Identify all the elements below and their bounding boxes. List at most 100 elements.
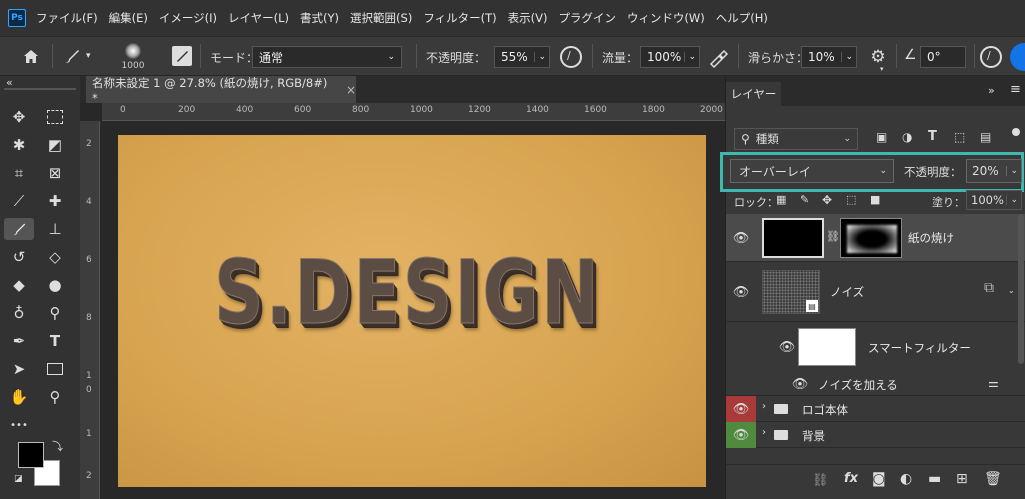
smoothing-input[interactable]: 10% ⌄: [801, 46, 857, 68]
expand-panel-icon[interactable]: »: [988, 84, 995, 97]
lock-all-icon[interactable]: ■: [870, 193, 880, 206]
flow-input[interactable]: 100% ⌄: [640, 46, 700, 68]
layer-name[interactable]: ロゴ本体: [802, 402, 848, 418]
menu-layer[interactable]: レイヤー(L): [228, 10, 289, 26]
pen-tool[interactable]: ✒: [4, 330, 34, 352]
brush-size-preview[interactable]: 1000: [118, 41, 148, 73]
lock-transparency-icon[interactable]: ▦: [776, 193, 786, 206]
menu-plugins[interactable]: プラグイン: [558, 10, 616, 26]
document-tab[interactable]: 名称未設定 1 @ 27.8% (紙の焼け, RGB/8#) * ×: [86, 76, 356, 105]
dodge-tool[interactable]: ♁: [4, 302, 34, 324]
add-mask-icon[interactable]: ◙: [872, 471, 886, 487]
swap-colors-icon[interactable]: ⤵: [52, 438, 63, 454]
smart-filter-row[interactable]: 👁 スマートフィルター: [726, 322, 1025, 372]
chevron-right-icon[interactable]: ›: [762, 427, 766, 438]
type-tool[interactable]: T: [40, 330, 70, 352]
move-tool[interactable]: ✥: [4, 106, 34, 128]
chevron-right-icon[interactable]: ›: [762, 401, 766, 412]
rectangle-tool[interactable]: [40, 358, 70, 380]
eyedropper-tool[interactable]: ⟋: [4, 190, 34, 212]
home-button[interactable]: [18, 45, 44, 67]
type-filter-icon[interactable]: T: [928, 129, 937, 144]
tab-layers[interactable]: レイヤー: [726, 82, 781, 106]
menu-select[interactable]: 選択範囲(S): [350, 10, 412, 26]
foreground-color-swatch[interactable]: [18, 442, 44, 468]
layer-row-noise[interactable]: 👁 ▤ ノイズ ⧉ ⌄: [726, 262, 1025, 322]
share-button[interactable]: [1010, 43, 1025, 71]
hand-tool[interactable]: ✋: [4, 386, 34, 408]
stamp-tool[interactable]: ⊥: [40, 218, 70, 240]
pressure-size-button[interactable]: ∕: [980, 46, 1002, 68]
filter-name[interactable]: ノイズを加える: [818, 377, 898, 393]
menu-edit[interactable]: 編集(E): [109, 10, 148, 26]
layer-name[interactable]: 紙の焼け: [908, 230, 954, 246]
history-brush-tool[interactable]: ↺: [4, 246, 34, 268]
pressure-opacity-button[interactable]: ∕: [560, 46, 582, 68]
panel-menu-icon[interactable]: ≡: [1010, 82, 1021, 97]
default-colors-icon[interactable]: ◪: [14, 474, 23, 484]
pixel-filter-icon[interactable]: ▣: [876, 130, 887, 144]
brush-settings-toggle[interactable]: [172, 46, 192, 66]
shape-filter-icon[interactable]: ⬚: [954, 130, 965, 144]
menu-type[interactable]: 書式(Y): [300, 10, 339, 26]
angle-input[interactable]: 0°: [920, 46, 966, 68]
brush-tool[interactable]: [4, 218, 34, 240]
menu-view[interactable]: 表示(V): [508, 10, 548, 26]
object-select-tool[interactable]: ◩: [40, 134, 70, 156]
lock-pixels-icon[interactable]: ✎: [800, 193, 809, 206]
trash-icon[interactable]: 🗑: [984, 471, 1002, 487]
visibility-eye-icon[interactable]: 👁: [726, 396, 756, 422]
crop-tool[interactable]: ⌗: [4, 162, 34, 184]
smart-filter-label[interactable]: スマートフィルター: [868, 340, 971, 356]
lock-artboard-icon[interactable]: ⬚: [846, 193, 856, 206]
new-group-icon[interactable]: ▬: [928, 471, 941, 487]
close-tab-icon[interactable]: ×: [346, 83, 356, 97]
chevron-down-icon[interactable]: ⌄: [1008, 286, 1015, 295]
photoshop-logo[interactable]: Ps: [8, 9, 26, 27]
layer-filter-select[interactable]: ⚲ 種類 ⌄: [734, 128, 858, 150]
filter-options-icon[interactable]: ⚌: [988, 376, 999, 390]
menu-window[interactable]: ウィンドウ(W): [627, 10, 705, 26]
mode-select[interactable]: 通常 ⌄: [252, 46, 402, 68]
layer-name[interactable]: 背景: [802, 428, 825, 444]
zoom-search-tool[interactable]: ⚲: [40, 302, 70, 324]
scrollbar-thumb[interactable]: [1018, 214, 1024, 364]
layer-name[interactable]: ノイズ: [830, 284, 864, 300]
paint-bucket-tool[interactable]: ◆: [4, 274, 34, 296]
eraser-tool[interactable]: ◇: [40, 246, 70, 268]
zoom-tool[interactable]: ⚲: [40, 386, 70, 408]
fill-input[interactable]: 100% ⌄: [966, 190, 1022, 210]
visibility-eye-icon[interactable]: 👁: [790, 372, 810, 396]
layer-group-background[interactable]: 👁 › 背景: [726, 422, 1025, 448]
brush-preset-picker[interactable]: ▾: [62, 45, 102, 67]
smart-object-filter-icon[interactable]: ▤: [980, 130, 991, 144]
link-layers-icon[interactable]: ⛓: [812, 473, 829, 488]
lock-position-icon[interactable]: ✥: [822, 193, 832, 207]
filter-item-row[interactable]: 👁 ノイズを加える ⚌: [726, 372, 1025, 396]
canvas[interactable]: S.DESIGN: [118, 135, 706, 487]
fx-icon[interactable]: fx: [844, 471, 858, 486]
adjustment-filter-icon[interactable]: ◑: [902, 130, 912, 144]
smoothing-options-button[interactable]: ⚙: [866, 45, 890, 69]
quick-select-tool[interactable]: ✱: [4, 134, 34, 156]
edit-toolbar-button[interactable]: •••: [4, 414, 34, 436]
adjustment-layer-icon[interactable]: ◐: [900, 471, 912, 487]
new-layer-icon[interactable]: ⊞: [956, 471, 968, 487]
menu-file[interactable]: ファイル(F): [36, 10, 98, 26]
visibility-eye-icon[interactable]: 👁: [726, 422, 756, 448]
marquee-tool[interactable]: [40, 106, 70, 128]
menu-image[interactable]: イメージ(I): [159, 10, 217, 26]
airbrush-button[interactable]: [708, 46, 730, 69]
menu-filter[interactable]: フィルター(T): [423, 10, 496, 26]
layer-opacity-input[interactable]: 20% ⌄: [966, 159, 1022, 183]
layer-row-paper-burn[interactable]: 👁 ⛓ 紙の焼け: [726, 214, 1025, 262]
menu-help[interactable]: ヘルプ(H): [716, 10, 768, 26]
filter-toggle-icon[interactable]: [1012, 128, 1020, 136]
blend-mode-select[interactable]: オーバーレイ ⌄: [730, 159, 894, 183]
blur-tool[interactable]: ●: [40, 274, 70, 296]
layer-mask-thumbnail[interactable]: [840, 218, 902, 258]
opacity-input[interactable]: 55% ⌄: [494, 46, 550, 68]
frame-tool[interactable]: ⊠: [40, 162, 70, 184]
layer-group-logo[interactable]: 👁 › ロゴ本体: [726, 396, 1025, 422]
visibility-eye-icon[interactable]: 👁: [726, 214, 756, 262]
